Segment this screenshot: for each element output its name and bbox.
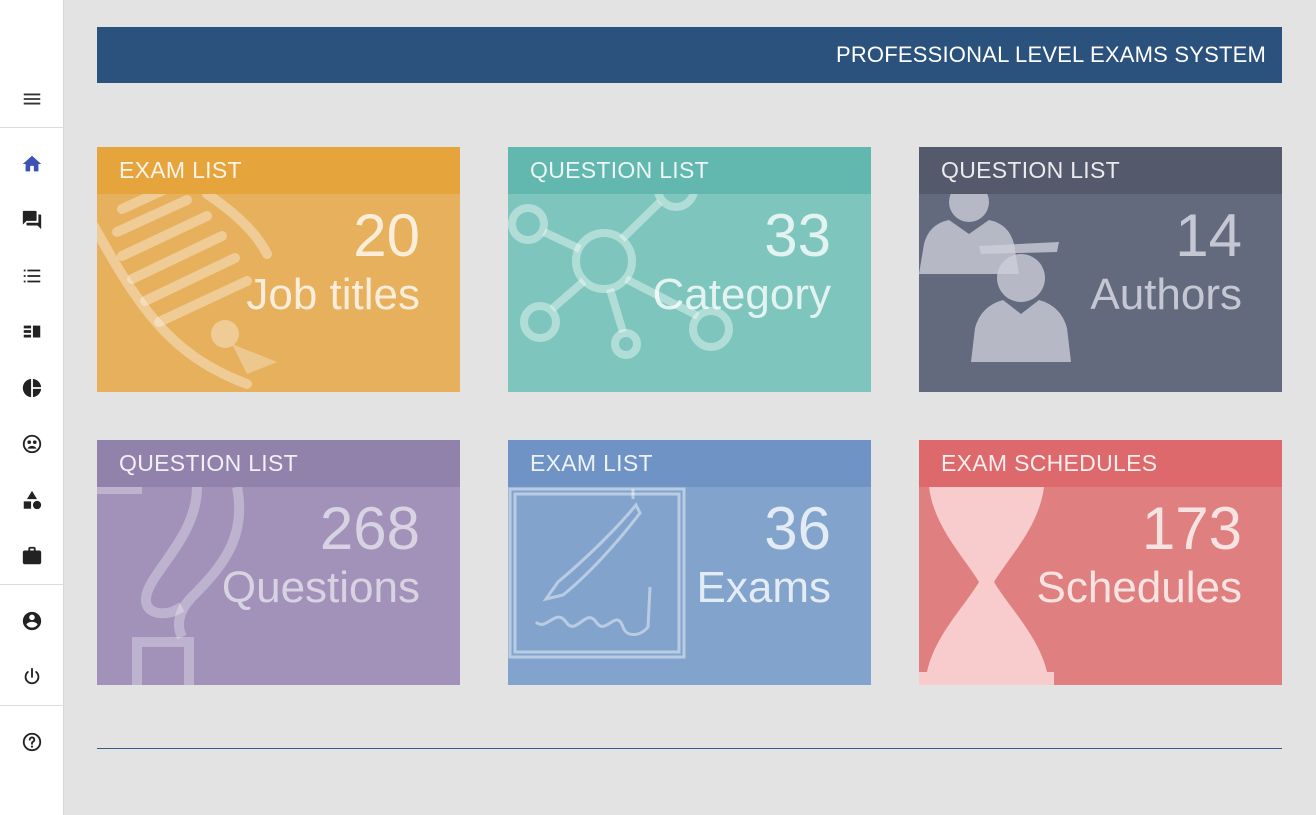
- card-caption: Schedules: [1036, 563, 1242, 612]
- view-list-icon: [23, 325, 41, 338]
- home-icon: [22, 155, 42, 172]
- card-caption: Authors: [1090, 270, 1242, 319]
- sidebar-item-list[interactable]: [0, 254, 64, 298]
- card-value: 33: [764, 202, 831, 269]
- card-schedules[interactable]: EXAM SCHEDULES 173 Schedules: [919, 440, 1282, 685]
- card-authors[interactable]: QUESTION LIST 14 Authors: [919, 147, 1282, 392]
- card-band: EXAM LIST: [508, 440, 871, 487]
- sidebar-item-view-list[interactable]: [0, 310, 64, 354]
- card-band: QUESTION LIST: [919, 147, 1282, 194]
- card-exams[interactable]: EXAM LIST 36 Exams: [508, 440, 871, 685]
- power-icon: [24, 667, 40, 685]
- app-header: PROFESSIONAL LEVEL EXAMS SYSTEM: [97, 27, 1282, 83]
- card-band: EXAM LIST: [97, 147, 460, 194]
- sidebar-item-categories[interactable]: [0, 478, 64, 522]
- sidebar-item-help[interactable]: [0, 720, 64, 764]
- card-questions[interactable]: QUESTION LIST 268 Questions: [97, 440, 460, 685]
- card-value: 173: [1141, 495, 1242, 562]
- pie-chart-icon: [22, 378, 42, 398]
- sidebar-divider: [0, 584, 64, 585]
- help-icon: [22, 732, 42, 752]
- card-category[interactable]: QUESTION LIST 33 Category: [508, 147, 871, 392]
- card-band: EXAM SCHEDULES: [919, 440, 1282, 487]
- account-icon: [22, 611, 42, 631]
- sidebar-item-reports[interactable]: [0, 366, 64, 410]
- category-icon: [23, 490, 42, 510]
- sidebar-item-home[interactable]: [0, 142, 64, 186]
- sidebar-item-discussions[interactable]: [0, 198, 64, 242]
- forum-icon: [22, 210, 42, 230]
- menu-button[interactable]: [0, 77, 64, 121]
- page-title: PROFESSIONAL LEVEL EXAMS SYSTEM: [835, 42, 1266, 67]
- sidebar-divider: [0, 127, 64, 128]
- card-caption: Questions: [221, 563, 420, 612]
- card-value: 14: [1175, 202, 1242, 269]
- sidebar-item-account[interactable]: [0, 599, 64, 643]
- sidebar: [0, 0, 64, 815]
- card-band: QUESTION LIST: [508, 147, 871, 194]
- briefcase-icon: [22, 546, 42, 565]
- card-job-titles[interactable]: EXAM LIST 20 Job titles: [97, 147, 460, 392]
- sidebar-item-groups[interactable]: [0, 422, 64, 466]
- sidebar-divider: [0, 705, 64, 706]
- sidebar-item-jobs[interactable]: [0, 534, 64, 578]
- card-band: QUESTION LIST: [97, 440, 460, 487]
- card-value: 36: [764, 495, 831, 562]
- group-icon: [22, 434, 42, 454]
- card-caption: Category: [652, 270, 831, 319]
- list-icon: [23, 269, 41, 283]
- card-value: 20: [353, 202, 420, 269]
- card-caption: Exams: [696, 563, 831, 612]
- card-caption: Job titles: [246, 270, 420, 319]
- footer-divider: [97, 748, 1282, 749]
- menu-icon: [23, 93, 41, 105]
- sidebar-item-logout[interactable]: [0, 655, 64, 699]
- card-value: 268: [319, 495, 420, 562]
